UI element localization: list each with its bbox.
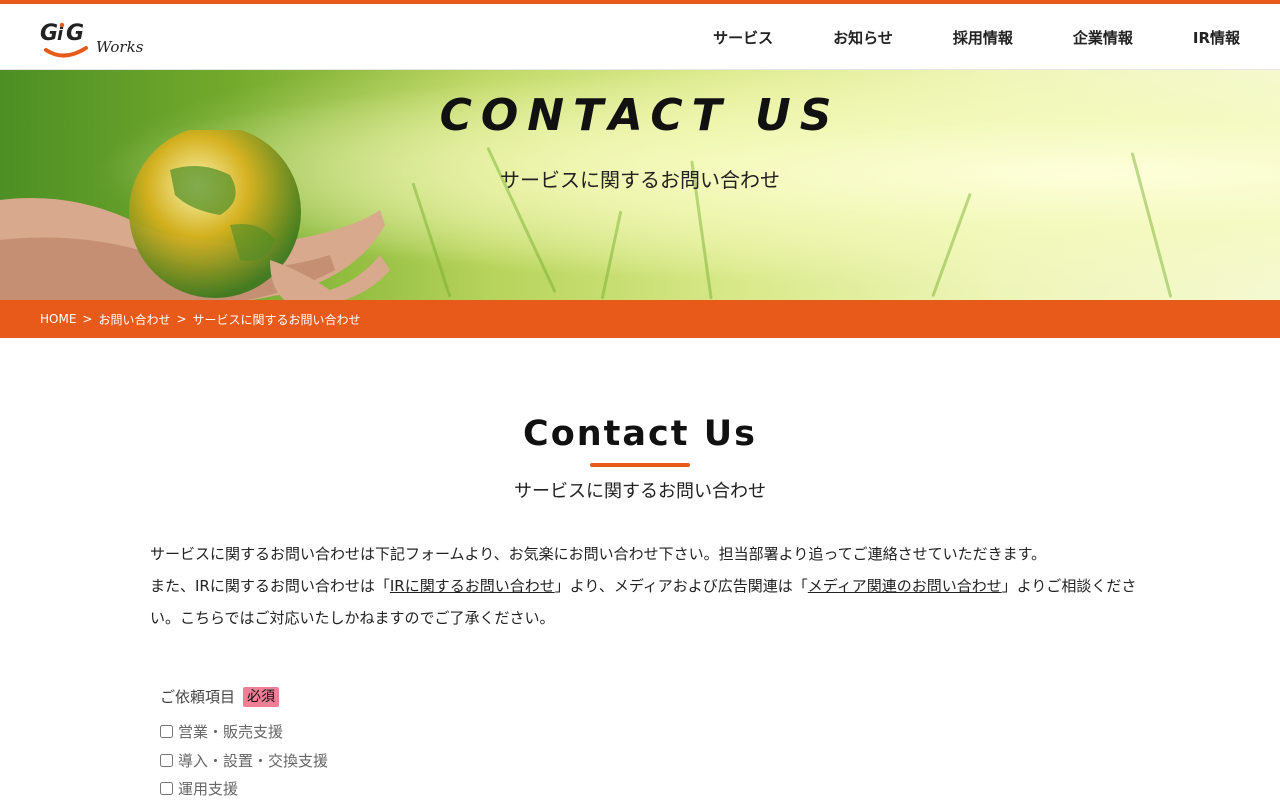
breadcrumb: HOME > お問い合わせ > サービスに関するお問い合わせ: [0, 300, 1280, 338]
breadcrumb-separator: >: [176, 312, 187, 326]
grass-blade: [600, 210, 623, 300]
hero-title: CONTACT US: [439, 90, 841, 141]
gigworks-logo-icon: G i G Works: [40, 21, 144, 58]
option-sales-support[interactable]: 営業・販売支援: [160, 721, 283, 742]
section-title-underline: [590, 463, 690, 467]
nav-news[interactable]: お知らせ: [833, 27, 893, 48]
request-type-label-text: ご依頼項目: [160, 688, 236, 706]
media-contact-link[interactable]: メディア関連のお問い合わせ: [808, 577, 1002, 595]
svg-text:G: G: [40, 21, 58, 46]
install-support-checkbox[interactable]: [160, 754, 173, 767]
ir-contact-link[interactable]: IRに関するお問い合わせ: [390, 577, 555, 595]
sales-support-checkbox[interactable]: [160, 725, 173, 738]
intro-text: サービスに関するお問い合わせは下記フォームより、お気楽にお問い合わせ下さい。担当…: [150, 538, 1140, 634]
breadcrumb-home[interactable]: HOME: [40, 312, 76, 326]
option-label: 導入・設置・交換支援: [178, 752, 329, 770]
option-operation-support[interactable]: 運用支援: [160, 778, 238, 799]
nav-recruit[interactable]: 採用情報: [953, 27, 1013, 48]
grass-blade: [411, 182, 452, 298]
svg-text:Works: Works: [96, 38, 144, 56]
nav-services[interactable]: サービス: [713, 27, 773, 48]
required-badge: 必須: [243, 686, 280, 707]
section-title: Contact Us: [523, 414, 757, 454]
option-label: 営業・販売支援: [178, 723, 284, 741]
breadcrumb-current: サービスに関するお問い合わせ: [192, 312, 361, 327]
intro-text-part: 」より、メディアおよび広告関連は「: [554, 577, 808, 595]
breadcrumb-contact[interactable]: お問い合わせ: [98, 311, 170, 328]
hands-globe-image: [0, 130, 390, 300]
request-type-label: ご依頼項目 必須: [160, 686, 280, 707]
svg-text:i: i: [57, 24, 64, 45]
option-label: 運用支援: [178, 780, 239, 798]
section-subtitle: サービスに関するお問い合わせ: [514, 481, 766, 502]
hero-subtitle: サービスに関するお問い合わせ: [500, 168, 780, 192]
main-nav: サービス お知らせ 採用情報 企業情報 IR情報: [713, 4, 1240, 70]
svg-text:G: G: [66, 21, 84, 46]
site-header: G i G Works サービス お知らせ 採用情報 企業情報 IR情報: [0, 4, 1280, 70]
nav-company[interactable]: 企業情報: [1073, 27, 1133, 48]
hero-banner: CONTACT US サービスに関するお問い合わせ: [0, 70, 1280, 300]
grass-blade: [931, 192, 972, 298]
logo[interactable]: G i G Works: [40, 14, 150, 62]
intro-line1: サービスに関するお問い合わせは下記フォームより、お気楽にお問い合わせ下さい。担当…: [150, 545, 1047, 563]
intro-text-part: また、IRに関するお問い合わせは「: [150, 577, 390, 595]
nav-ir[interactable]: IR情報: [1193, 27, 1240, 48]
operation-support-checkbox[interactable]: [160, 782, 173, 795]
option-install-support[interactable]: 導入・設置・交換支援: [160, 750, 328, 771]
breadcrumb-separator: >: [82, 312, 93, 326]
